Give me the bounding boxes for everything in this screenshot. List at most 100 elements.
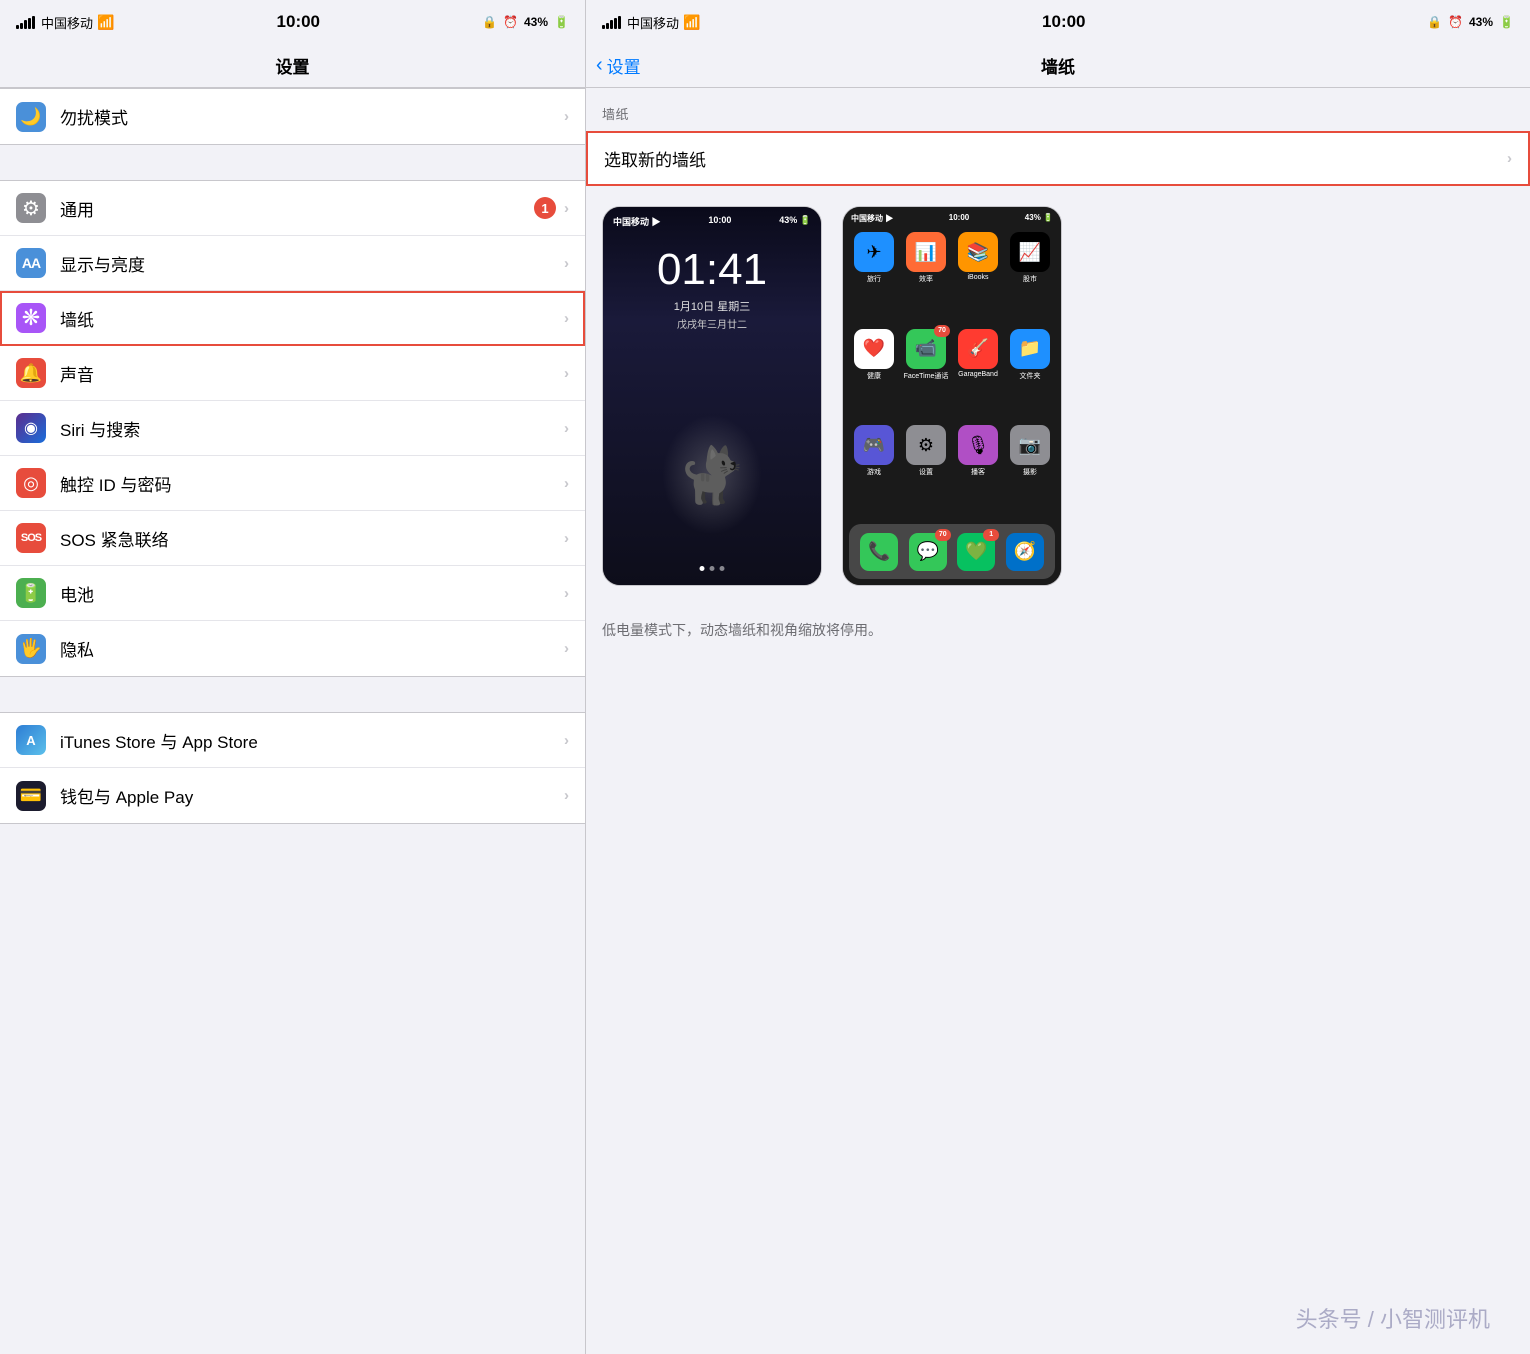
safari-dock-icon: 🧭 [1006, 533, 1044, 571]
settings-item-sound[interactable]: 🔔 声音 › [0, 346, 585, 401]
select-wallpaper-row[interactable]: 选取新的墙纸 › [586, 131, 1530, 186]
lock-time-bar: 10:00 [708, 215, 731, 228]
sound-label: 声音 [60, 361, 564, 386]
settings-item-battery[interactable]: 🔋 电池 › [0, 566, 585, 621]
select-wallpaper-label: 选取新的墙纸 [604, 146, 1507, 171]
separator-2 [0, 677, 585, 712]
travel-icon: ✈ [854, 232, 894, 272]
left-signal: 中国移动 📶 [16, 13, 114, 32]
touchid-label: 触控 ID 与密码 [60, 471, 564, 496]
wallet-chevron: › [564, 787, 569, 804]
wallpaper-chevron: › [564, 310, 569, 327]
right-status-bar: 中国移动 📶 10:00 🔒 ⏰ 43% 🔋 [586, 0, 1530, 44]
alarm-icon: ⏰ [503, 15, 518, 29]
app-camera: 📷 摄影 [1007, 425, 1053, 516]
right-battery-label: 43% [1469, 15, 1493, 29]
dnd-chevron: › [564, 108, 569, 125]
touchid-icon: ◎ [16, 468, 46, 498]
settings-item-siri[interactable]: ◉ Siri 与搜索 › [0, 401, 585, 456]
right-signal: 中国移动 📶 [602, 13, 700, 32]
app-stocks: 📈 股市 [1007, 232, 1053, 323]
app-games: 🎮 游戏 [851, 425, 897, 516]
general-badge: 1 [534, 197, 556, 219]
right-lock-icon: 🔒 [1427, 15, 1442, 29]
right-signal-bars-icon [602, 16, 621, 29]
camera-icon: 📷 [1010, 425, 1050, 465]
app-settings: ⚙ 设置 [903, 425, 949, 516]
wechat-dock-icon: 💚 [957, 533, 995, 571]
right-status-icons: 🔒 ⏰ 43% 🔋 [1427, 15, 1514, 29]
settings-item-touchid[interactable]: ◎ 触控 ID 与密码 › [0, 456, 585, 511]
lock-icon: 🔒 [482, 15, 497, 29]
touchid-chevron: › [564, 475, 569, 492]
ibooks-icon: 📚 [958, 232, 998, 272]
lock-date-line1: 1月10日 星期三 [674, 298, 750, 314]
settings-item-sos[interactable]: SOS SOS 紧急联络 › [0, 511, 585, 566]
dock-messages: 💬 [909, 533, 947, 571]
app-health: ❤️ 健康 [851, 329, 897, 420]
right-time: 10:00 [1042, 12, 1085, 32]
general-label: 通用 [60, 196, 534, 221]
settings-item-wallet[interactable]: 💳 钱包与 Apple Pay › [0, 768, 585, 823]
messages-dock-icon: 💬 [909, 533, 947, 571]
lock-time: 01:41 [657, 248, 767, 292]
lock-cat-area: 🐈 [662, 415, 762, 535]
carrier-label: 中国移动 [41, 13, 93, 32]
settings-item-wallpaper[interactable]: ❋ 墙纸 › [0, 291, 585, 346]
privacy-chevron: › [564, 640, 569, 657]
wallet-label: 钱包与 Apple Pay [60, 783, 564, 808]
settings-group-3: A iTunes Store 与 App Store › 💳 钱包与 Apple… [0, 712, 585, 824]
wifi-icon: 📶 [97, 14, 114, 31]
stocks-icon: 📈 [1010, 232, 1050, 272]
right-nav-bar: ‹ 设置 墙纸 [586, 44, 1530, 88]
app-travel: ✈ 旅行 [851, 232, 897, 323]
signal-bars-icon [16, 16, 35, 29]
dot-3 [720, 566, 725, 571]
left-time: 10:00 [277, 12, 320, 32]
home-screen-preview[interactable]: 中国移动 ▶ 10:00 43% 🔋 ✈ 旅行 📊 效率 [842, 206, 1062, 586]
settings-item-itunes[interactable]: A iTunes Store 与 App Store › [0, 713, 585, 768]
app-podcasts: 🎙 播客 [955, 425, 1001, 516]
home-time-bar: 10:00 [949, 213, 969, 224]
settings-item-display[interactable]: AA 显示与亮度 › [0, 236, 585, 291]
lock-screen-preview[interactable]: 中国移动 ▶ 10:00 43% 🔋 01:41 1月10日 星期三 戊戌年三月… [602, 206, 822, 586]
lock-carrier: 中国移动 ▶ [613, 215, 661, 228]
back-chevron-icon: ‹ [596, 54, 603, 77]
settings-item-privacy[interactable]: 🖐 隐私 › [0, 621, 585, 676]
left-page-title: 设置 [276, 53, 310, 78]
itunes-label: iTunes Store 与 App Store [60, 728, 564, 753]
battery-label: 43% [524, 15, 548, 29]
cat-emoji: 🐈 [678, 443, 746, 508]
lock-battery: 43% 🔋 [779, 215, 811, 228]
back-label: 设置 [607, 53, 641, 78]
home-icons-grid: ✈ 旅行 📊 效率 📚 iBooks 📈 [843, 224, 1061, 524]
general-icon: ⚙ [16, 193, 46, 223]
lock-date: 1月10日 星期三 戊戌年三月廿二 [674, 298, 750, 331]
right-alarm-icon: ⏰ [1448, 15, 1463, 29]
wallpaper-label: 墙纸 [60, 306, 564, 331]
home-dock: 📞 💬 💚 🧭 [849, 524, 1055, 579]
wallpaper-icon: ❋ [16, 303, 46, 333]
siri-icon: ◉ [16, 413, 46, 443]
dock-wechat: 💚 [957, 533, 995, 571]
settings-group-1: 🌙 勿扰模式 › [0, 88, 585, 145]
settings-item-dnd[interactable]: 🌙 勿扰模式 › [0, 89, 585, 144]
privacy-label: 隐私 [60, 636, 564, 661]
home-carrier: 中国移动 ▶ [851, 213, 893, 224]
settings-group-2: ⚙ 通用 1 › AA 显示与亮度 › ❋ 墙纸 › 🔔 声音 › [0, 180, 585, 677]
back-button[interactable]: ‹ 设置 [596, 53, 641, 78]
display-label: 显示与亮度 [60, 251, 564, 276]
dock-phone: 📞 [860, 533, 898, 571]
right-panel: 中国移动 📶 10:00 🔒 ⏰ 43% 🔋 ‹ 设置 墙纸 墙纸 选取新的墙纸… [585, 0, 1530, 1354]
efficiency-icon: 📊 [906, 232, 946, 272]
dot-2 [710, 566, 715, 571]
settings-home-icon: ⚙ [906, 425, 946, 465]
dot-1 [700, 566, 705, 571]
settings-item-general[interactable]: ⚙ 通用 1 › [0, 181, 585, 236]
home-screen-bg: 中国移动 ▶ 10:00 43% 🔋 ✈ 旅行 📊 效率 [843, 207, 1061, 585]
sos-chevron: › [564, 530, 569, 547]
wallet-icon: 💳 [16, 781, 46, 811]
app-garage: 🎸 GarageBand [955, 329, 1001, 420]
separator-1 [0, 145, 585, 180]
garage-icon: 🎸 [958, 329, 998, 369]
